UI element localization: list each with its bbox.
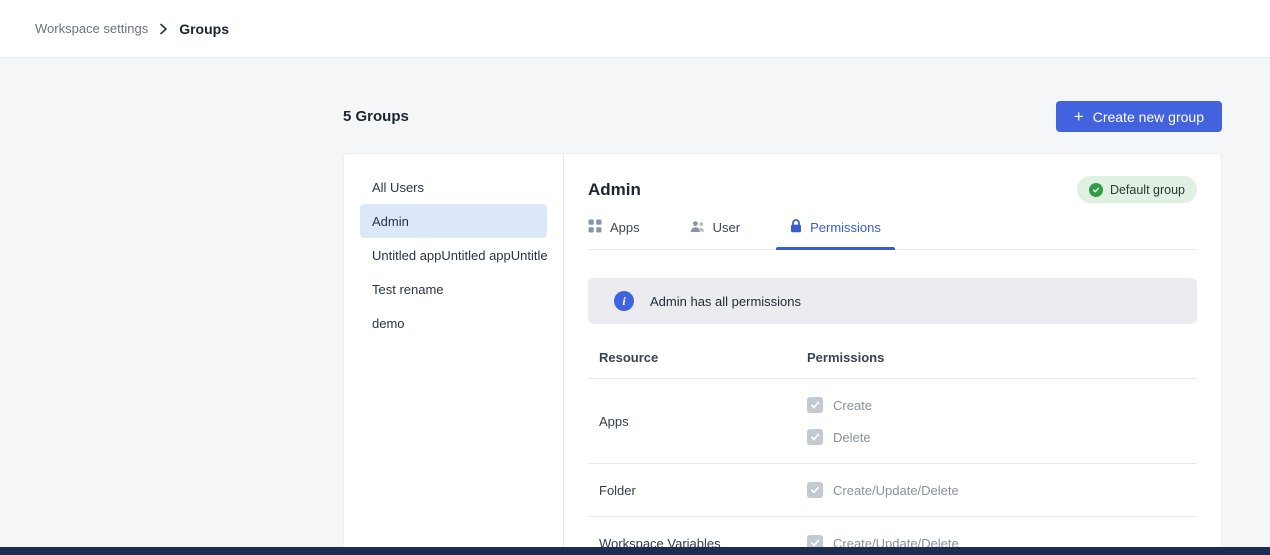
chevron-right-icon <box>159 23 168 35</box>
groups-card: All Users Admin Untitled appUntitled app… <box>343 153 1222 555</box>
bottom-strip <box>0 547 1270 555</box>
permission-create: Create <box>807 389 872 421</box>
group-item-admin[interactable]: Admin <box>360 204 547 238</box>
group-item-label: All Users <box>372 180 424 195</box>
breadcrumb-groups: Groups <box>179 21 229 37</box>
table-row-folder: Folder Create/Update/Delete <box>588 464 1197 517</box>
group-item-label: Test rename <box>372 282 444 297</box>
top-bar: Workspace settings Groups <box>0 0 1270 58</box>
resource-name: Apps <box>599 414 807 429</box>
checkbox-checked-icon <box>807 429 823 445</box>
checkbox-checked-icon <box>807 397 823 413</box>
tab-apps-label: Apps <box>610 220 640 235</box>
groups-count-label: 5 Groups <box>343 108 409 125</box>
create-new-group-button[interactable]: + Create new group <box>1056 101 1222 132</box>
tab-permissions-label: Permissions <box>810 220 881 235</box>
tab-apps[interactable]: Apps <box>588 219 640 249</box>
group-item-demo[interactable]: demo <box>360 306 547 340</box>
checkbox-checked-icon <box>807 482 823 498</box>
group-item-test-rename[interactable]: Test rename <box>360 272 547 306</box>
group-title-row: Admin Default group <box>588 154 1197 203</box>
apps-grid-icon <box>588 219 602 236</box>
permission-label: Create <box>833 398 872 413</box>
groups-page: 5 Groups + Create new group All Users Ad… <box>0 58 1270 555</box>
permissions-table-header: Resource Permissions <box>588 330 1197 379</box>
create-new-group-label: Create new group <box>1093 109 1204 125</box>
plus-icon: + <box>1074 108 1084 125</box>
resource-column-header: Resource <box>599 350 807 365</box>
group-item-untitled-app[interactable]: Untitled appUntitled appUntitle… <box>360 238 547 272</box>
group-item-label: Admin <box>372 214 409 229</box>
permissions-table: Resource Permissions Apps Create <box>588 330 1197 555</box>
group-title: Admin <box>588 180 641 200</box>
permission-label: Create/Update/Delete <box>833 483 959 498</box>
permission-label: Delete <box>833 430 871 445</box>
tab-permissions[interactable]: Permissions <box>790 219 881 249</box>
permissions-cell: Create Delete <box>807 389 872 453</box>
permission-delete: Delete <box>807 421 872 453</box>
table-row-apps: Apps Create Delete <box>588 379 1197 464</box>
breadcrumb-workspace-settings[interactable]: Workspace settings <box>35 21 148 36</box>
default-group-badge-label: Default group <box>1110 183 1185 197</box>
permissions-column-header: Permissions <box>807 350 884 365</box>
group-item-label: demo <box>372 316 405 331</box>
permission-crud: Create/Update/Delete <box>807 474 959 506</box>
group-list: All Users Admin Untitled appUntitled app… <box>344 154 564 554</box>
info-icon: i <box>614 291 634 311</box>
users-icon <box>690 220 705 236</box>
resource-name: Folder <box>599 483 807 498</box>
group-item-all-users[interactable]: All Users <box>360 170 547 204</box>
lock-icon <box>790 219 802 236</box>
permissions-cell: Create/Update/Delete <box>807 474 959 506</box>
group-detail-panel: Admin Default group <box>564 154 1221 554</box>
group-item-label: Untitled appUntitled appUntitle… <box>372 248 547 263</box>
page-header-row: 5 Groups + Create new group <box>343 101 1222 132</box>
tab-user-label: User <box>713 220 740 235</box>
tab-user[interactable]: User <box>690 219 740 249</box>
default-group-badge: Default group <box>1077 176 1197 203</box>
permissions-info-text: Admin has all permissions <box>650 294 801 309</box>
detail-tabs: Apps User <box>588 219 1197 250</box>
permissions-info-banner: i Admin has all permissions <box>588 278 1197 324</box>
check-circle-icon <box>1089 183 1103 197</box>
